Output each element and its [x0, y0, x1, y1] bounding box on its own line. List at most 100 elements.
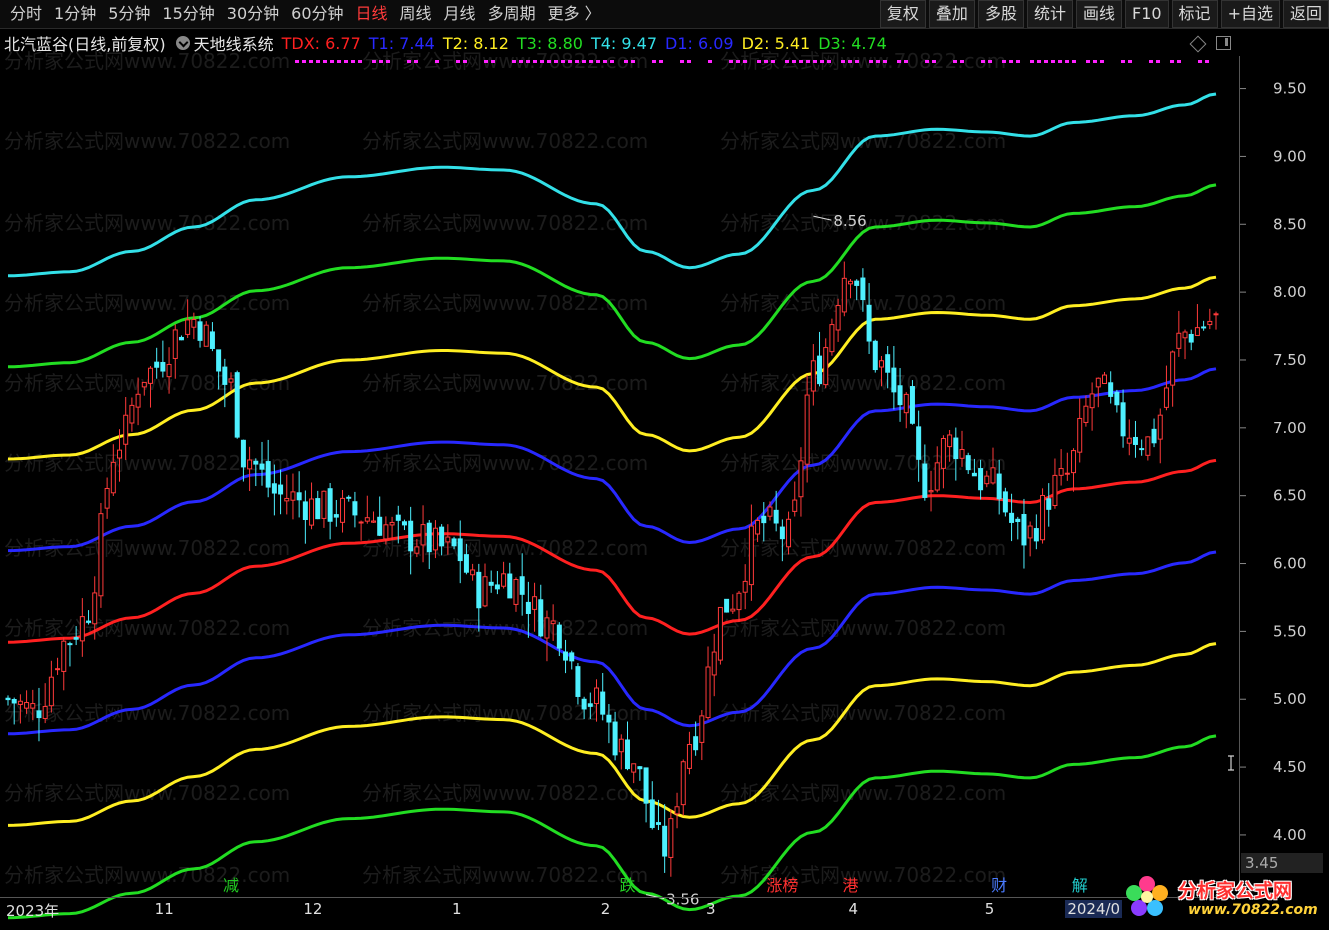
- signal-dot: [554, 60, 558, 63]
- candle-body: [947, 434, 953, 448]
- candle-body: [389, 521, 395, 526]
- candle-body: [92, 592, 98, 625]
- candle-body: [271, 483, 277, 494]
- candle-body: [519, 576, 525, 595]
- band-line-t4: [7, 92, 1217, 278]
- candle-body: [290, 491, 296, 501]
- y-tick-label: 4.50: [1273, 758, 1306, 776]
- signal-dot: [687, 60, 691, 63]
- candle-body: [742, 580, 748, 593]
- candle-body: [79, 616, 85, 642]
- candle-body: [903, 393, 909, 414]
- y-tick-label: 7.50: [1273, 351, 1306, 369]
- candle-body: [612, 721, 618, 756]
- candle-body: [377, 516, 383, 536]
- text-cursor-icon: [1228, 755, 1234, 771]
- candle-body: [761, 515, 767, 524]
- candle-body: [990, 467, 996, 484]
- candle-body: [668, 818, 674, 858]
- candle-body: [1207, 320, 1213, 326]
- watermark-text: 分析家公式网www.70822.com: [362, 129, 648, 153]
- candle-body: [587, 703, 593, 707]
- signal-dot: [351, 60, 355, 63]
- candle-body: [532, 596, 538, 610]
- candle-body: [457, 538, 463, 562]
- candle-body: [860, 277, 866, 301]
- candle-body: [395, 514, 401, 521]
- candle-body: [699, 715, 705, 743]
- candle-body: [513, 579, 519, 605]
- y-tick-label: 5.00: [1273, 690, 1306, 708]
- candle-body: [470, 569, 476, 576]
- signal-dot: [1002, 60, 1006, 63]
- candle-body: [296, 492, 302, 501]
- candle-body: [240, 439, 246, 468]
- y-tick-label: 6.50: [1273, 487, 1306, 505]
- candle-body: [333, 514, 339, 518]
- signal-dot: [981, 60, 985, 63]
- x-axis-label: 5: [984, 900, 995, 918]
- candle-body: [476, 571, 482, 609]
- candle-body: [730, 608, 736, 612]
- price-chart[interactable]: 分析家公式网www.70822.com 分析家公式网www.70822.com 分析…: [0, 0, 1329, 930]
- signal-dot: [652, 60, 656, 63]
- candle-body: [340, 497, 346, 523]
- candle-body: [1021, 513, 1027, 546]
- candle-body: [717, 606, 723, 661]
- candle-body: [724, 598, 730, 613]
- y-tick-label: 8.50: [1273, 215, 1306, 233]
- candle-body: [451, 538, 457, 547]
- watermark-text: 分析家公式网www.70822.com: [4, 129, 290, 153]
- candle-body: [24, 702, 30, 709]
- candle-body: [1071, 450, 1077, 474]
- candle-body: [352, 501, 358, 516]
- signal-dot: [435, 60, 439, 63]
- candle-body: [829, 324, 835, 353]
- signal-dot: [659, 60, 663, 63]
- watermark-layer: 分析家公式网www.70822.com 分析家公式网www.70822.com 分析…: [4, 49, 1006, 887]
- candle-body: [928, 490, 934, 493]
- y-tick-label: 8.00: [1273, 283, 1306, 301]
- candle-body: [228, 378, 234, 383]
- watermark-text: 分析家公式网www.70822.com: [4, 49, 290, 73]
- candle-body: [767, 506, 773, 517]
- candle-body: [494, 584, 500, 590]
- signal-dot: [386, 60, 390, 63]
- candle-body: [618, 738, 624, 753]
- candle-body: [674, 806, 680, 815]
- signal-dot: [1100, 60, 1104, 63]
- candle-body: [817, 355, 823, 385]
- signal-dot: [358, 60, 362, 63]
- y-tick-label: 4.00: [1273, 826, 1306, 844]
- y-tick-label: 9.50: [1273, 80, 1306, 98]
- signal-dot: [764, 60, 768, 63]
- candle-body: [197, 321, 203, 341]
- candle-body: [1139, 448, 1145, 451]
- watermark-text: 分析家公式网www.70822.com: [362, 211, 648, 235]
- candle-body: [265, 461, 271, 488]
- candle-body: [897, 385, 903, 406]
- candle-body: [959, 449, 965, 459]
- event-marker: 财: [991, 876, 1007, 895]
- candle-body: [1052, 474, 1058, 506]
- signal-dot: [1009, 60, 1013, 63]
- candle-body: [501, 573, 507, 587]
- signal-dot: [610, 60, 614, 63]
- watermark-text: 分析家公式网www.70822.com: [362, 291, 648, 315]
- signal-dot: [827, 60, 831, 63]
- candle-body: [141, 381, 147, 388]
- signal-dot: [925, 60, 929, 63]
- candle-body: [594, 687, 600, 705]
- candle-body: [655, 822, 661, 825]
- candle-body: [1132, 436, 1138, 445]
- candle-body: [1077, 417, 1083, 453]
- candle-body: [488, 581, 494, 586]
- candle-body: [191, 318, 197, 328]
- candle-body: [110, 461, 116, 494]
- candle-body: [73, 637, 79, 640]
- signal-dot: [323, 60, 327, 63]
- candle-body: [996, 473, 1002, 500]
- signal-dot: [344, 60, 348, 63]
- x-axis-label: 1: [452, 900, 462, 918]
- signal-dot: [1149, 60, 1153, 63]
